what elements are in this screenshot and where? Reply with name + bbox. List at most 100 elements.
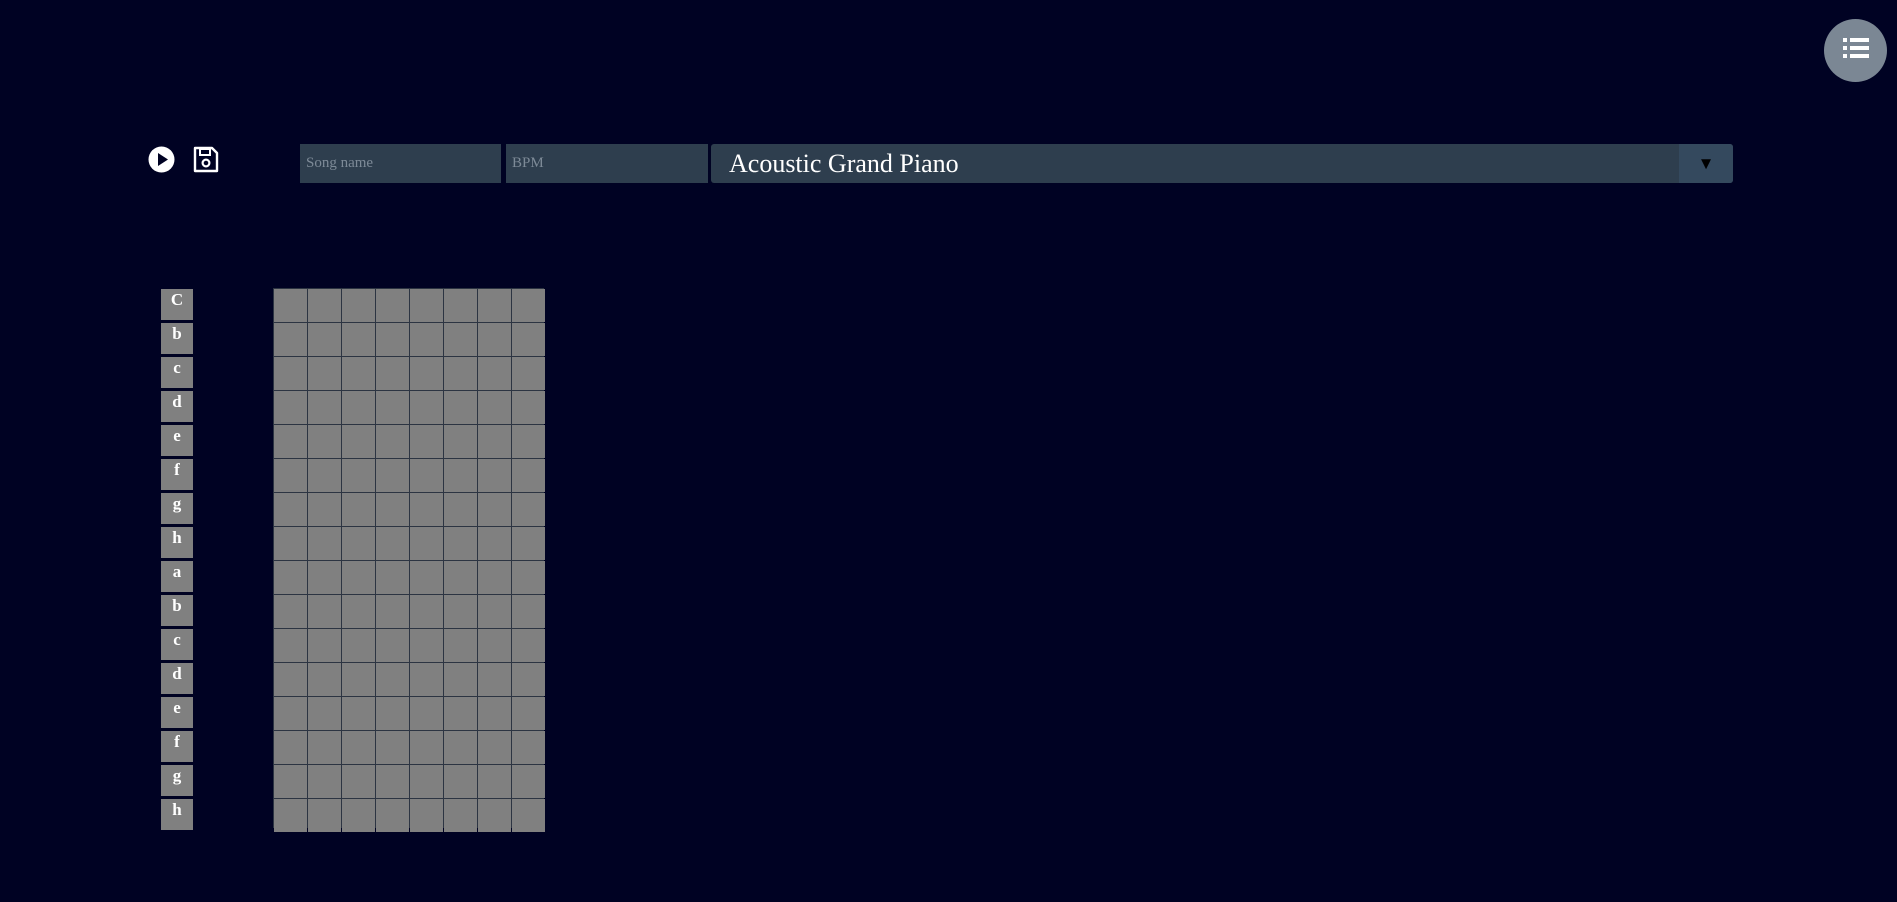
grid-cell[interactable] bbox=[478, 799, 511, 832]
grid-cell[interactable] bbox=[376, 323, 409, 356]
grid-cell[interactable] bbox=[478, 595, 511, 628]
grid-cell[interactable] bbox=[274, 459, 307, 492]
note-label[interactable]: h bbox=[161, 527, 193, 558]
grid-cell[interactable] bbox=[308, 323, 341, 356]
grid-cell[interactable] bbox=[478, 561, 511, 594]
grid-cell[interactable] bbox=[512, 765, 545, 798]
grid-cell[interactable] bbox=[308, 663, 341, 696]
grid-cell[interactable] bbox=[308, 527, 341, 560]
grid-cell[interactable] bbox=[410, 731, 443, 764]
grid-cell[interactable] bbox=[478, 697, 511, 730]
grid-cell[interactable] bbox=[308, 765, 341, 798]
grid-cell[interactable] bbox=[308, 697, 341, 730]
grid-cell[interactable] bbox=[274, 561, 307, 594]
grid-cell[interactable] bbox=[478, 527, 511, 560]
grid-cell[interactable] bbox=[342, 527, 375, 560]
grid-cell[interactable] bbox=[342, 493, 375, 526]
grid-cell[interactable] bbox=[376, 629, 409, 662]
grid-cell[interactable] bbox=[342, 459, 375, 492]
grid-cell[interactable] bbox=[308, 459, 341, 492]
grid-cell[interactable] bbox=[376, 289, 409, 322]
grid-cell[interactable] bbox=[342, 629, 375, 662]
grid-cell[interactable] bbox=[444, 527, 477, 560]
note-label[interactable]: g bbox=[161, 493, 193, 524]
grid-cell[interactable] bbox=[444, 459, 477, 492]
note-label[interactable]: a bbox=[161, 561, 193, 592]
grid-cell[interactable] bbox=[274, 391, 307, 424]
grid-cell[interactable] bbox=[410, 493, 443, 526]
grid-cell[interactable] bbox=[274, 425, 307, 458]
grid-cell[interactable] bbox=[342, 289, 375, 322]
grid-cell[interactable] bbox=[376, 527, 409, 560]
grid-cell[interactable] bbox=[274, 731, 307, 764]
grid-cell[interactable] bbox=[512, 459, 545, 492]
note-label[interactable]: e bbox=[161, 697, 193, 728]
grid-cell[interactable] bbox=[512, 561, 545, 594]
grid-cell[interactable] bbox=[478, 391, 511, 424]
grid-cell[interactable] bbox=[308, 391, 341, 424]
note-label[interactable]: d bbox=[161, 663, 193, 694]
grid-cell[interactable] bbox=[308, 731, 341, 764]
grid-cell[interactable] bbox=[512, 595, 545, 628]
grid-cell[interactable] bbox=[410, 391, 443, 424]
grid-cell[interactable] bbox=[410, 561, 443, 594]
grid-cell[interactable] bbox=[274, 629, 307, 662]
grid-cell[interactable] bbox=[410, 425, 443, 458]
grid-cell[interactable] bbox=[478, 765, 511, 798]
grid-cell[interactable] bbox=[376, 765, 409, 798]
grid-cell[interactable] bbox=[308, 561, 341, 594]
grid-cell[interactable] bbox=[478, 731, 511, 764]
grid-cell[interactable] bbox=[376, 493, 409, 526]
grid-cell[interactable] bbox=[410, 289, 443, 322]
grid-cell[interactable] bbox=[444, 731, 477, 764]
grid-cell[interactable] bbox=[376, 595, 409, 628]
dropdown-arrow-icon[interactable]: ▼ bbox=[1679, 144, 1733, 183]
grid-cell[interactable] bbox=[444, 697, 477, 730]
grid-cell[interactable] bbox=[342, 663, 375, 696]
grid-cell[interactable] bbox=[512, 493, 545, 526]
grid-cell[interactable] bbox=[342, 697, 375, 730]
grid-cell[interactable] bbox=[342, 595, 375, 628]
grid-cell[interactable] bbox=[410, 629, 443, 662]
grid-cell[interactable] bbox=[274, 493, 307, 526]
grid-cell[interactable] bbox=[342, 561, 375, 594]
grid-cell[interactable] bbox=[308, 425, 341, 458]
grid-cell[interactable] bbox=[308, 289, 341, 322]
grid-cell[interactable] bbox=[274, 765, 307, 798]
grid-cell[interactable] bbox=[512, 323, 545, 356]
grid-cell[interactable] bbox=[478, 629, 511, 662]
note-label[interactable]: h bbox=[161, 799, 193, 830]
grid-cell[interactable] bbox=[342, 731, 375, 764]
grid-cell[interactable] bbox=[274, 289, 307, 322]
grid-cell[interactable] bbox=[308, 799, 341, 832]
grid-cell[interactable] bbox=[342, 391, 375, 424]
grid-cell[interactable] bbox=[274, 799, 307, 832]
instrument-select[interactable]: Acoustic Grand Piano ▼ bbox=[711, 144, 1733, 183]
grid-cell[interactable] bbox=[512, 731, 545, 764]
grid-cell[interactable] bbox=[308, 493, 341, 526]
grid-cell[interactable] bbox=[512, 799, 545, 832]
grid-cell[interactable] bbox=[376, 799, 409, 832]
grid-cell[interactable] bbox=[376, 663, 409, 696]
grid-cell[interactable] bbox=[512, 289, 545, 322]
note-label[interactable]: c bbox=[161, 357, 193, 388]
play-button[interactable] bbox=[148, 146, 175, 173]
grid-cell[interactable] bbox=[410, 323, 443, 356]
grid-cell[interactable] bbox=[410, 527, 443, 560]
grid-cell[interactable] bbox=[410, 799, 443, 832]
grid-cell[interactable] bbox=[478, 663, 511, 696]
grid-cell[interactable] bbox=[342, 799, 375, 832]
grid-cell[interactable] bbox=[376, 731, 409, 764]
grid-cell[interactable] bbox=[444, 765, 477, 798]
grid-cell[interactable] bbox=[512, 629, 545, 662]
grid-cell[interactable] bbox=[478, 493, 511, 526]
grid-cell[interactable] bbox=[376, 459, 409, 492]
grid-cell[interactable] bbox=[274, 663, 307, 696]
grid-cell[interactable] bbox=[274, 697, 307, 730]
note-label[interactable]: d bbox=[161, 391, 193, 422]
note-label[interactable]: b bbox=[161, 323, 193, 354]
grid-cell[interactable] bbox=[308, 357, 341, 390]
grid-cell[interactable] bbox=[444, 323, 477, 356]
grid-cell[interactable] bbox=[342, 425, 375, 458]
grid-cell[interactable] bbox=[410, 459, 443, 492]
